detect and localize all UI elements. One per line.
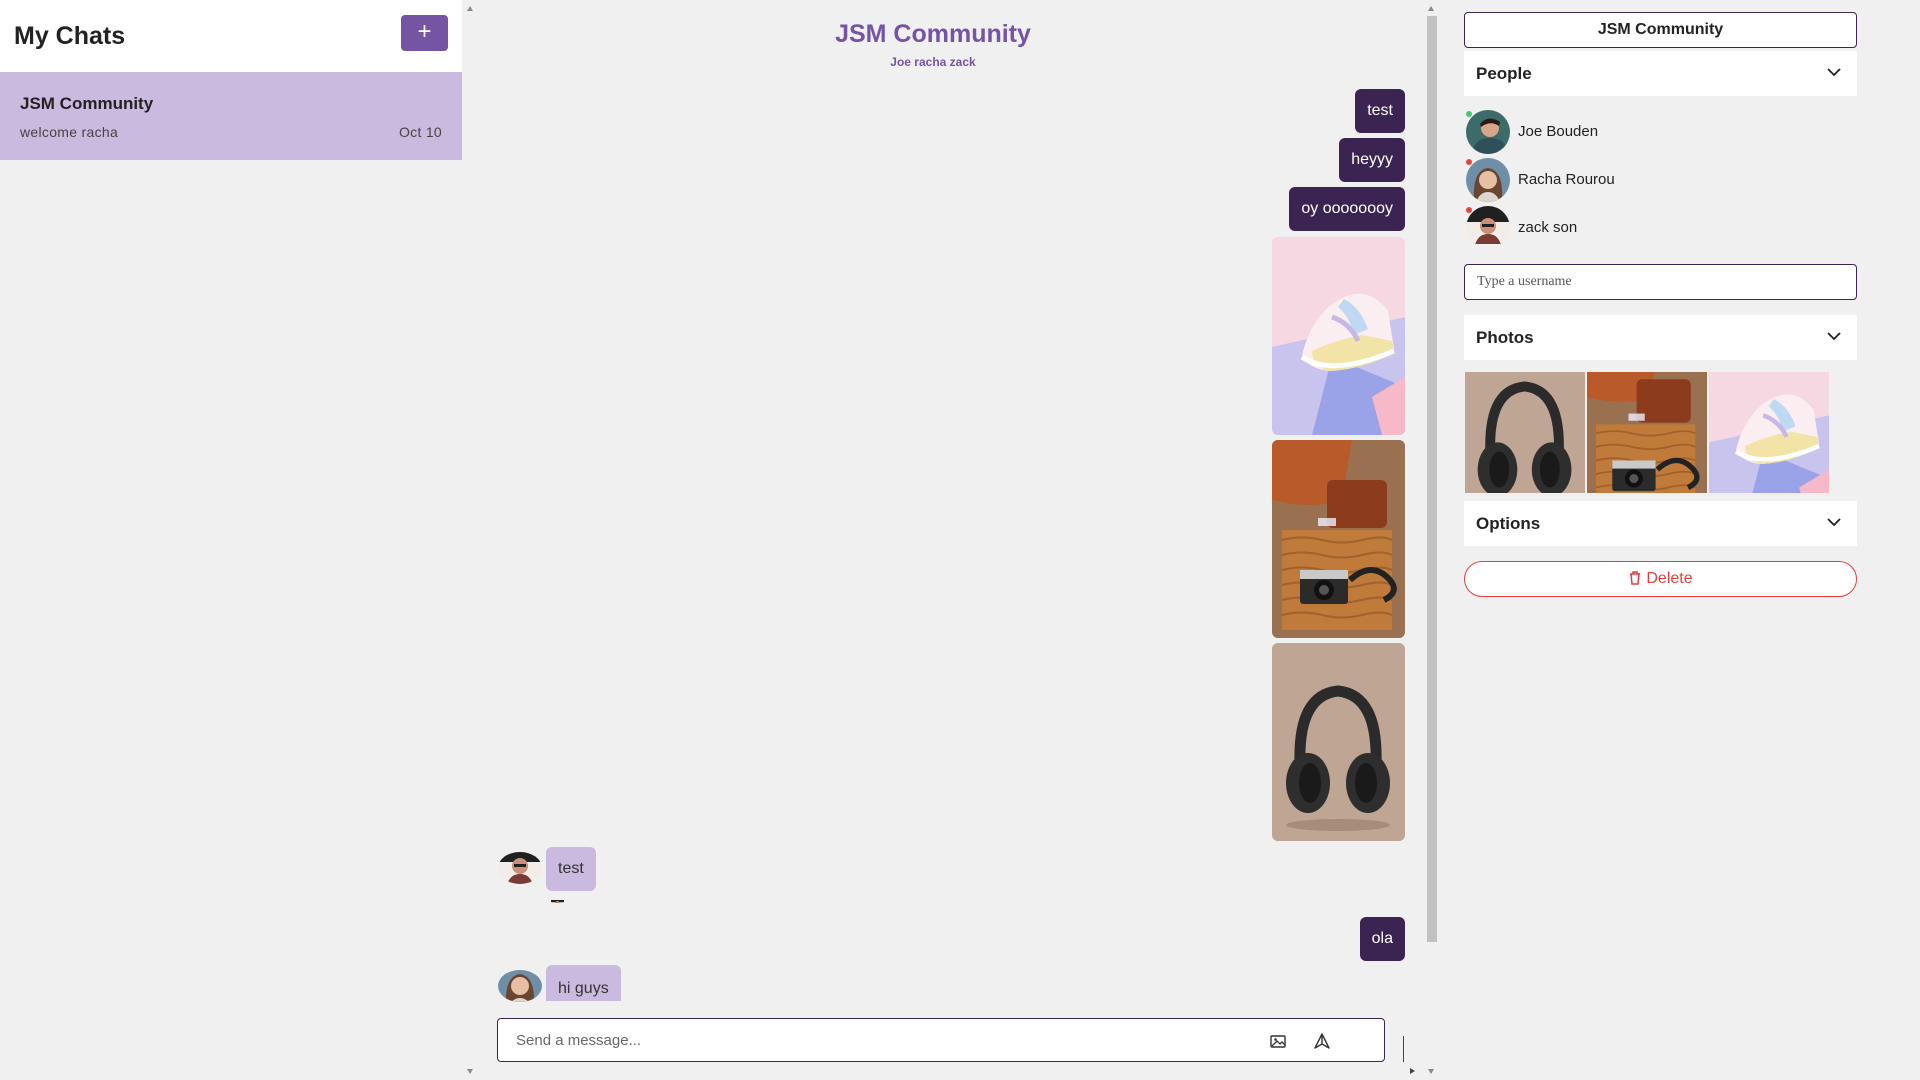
text-caret — [1403, 1036, 1404, 1062]
username-input[interactable] — [1464, 264, 1857, 300]
chat-members-subtitle: Joe racha zack — [890, 55, 976, 69]
resize-arrow-icon — [1410, 1068, 1415, 1074]
chevron-down-icon — [1827, 332, 1841, 341]
people-section-label: People — [1476, 64, 1532, 83]
my-message: heyyy — [1339, 138, 1405, 182]
zack-avatar — [498, 852, 542, 884]
chat-list-title: My Chats — [14, 22, 126, 50]
chat-feed-scrollbar[interactable] — [1423, 0, 1440, 1080]
options-section-label: Options — [1476, 514, 1541, 533]
zack-avatar — [1466, 206, 1510, 244]
their-message: hi guys — [546, 965, 621, 1001]
chat-card[interactable]: JSM Community welcome racha Oct 10 — [0, 72, 462, 160]
person-row[interactable]: zack son — [1466, 206, 1846, 244]
chat-feed: JSM Community Joe racha zack test heyyy … — [479, 0, 1440, 1080]
new-chat-button[interactable]: + — [401, 15, 448, 51]
message-input[interactable] — [516, 1019, 1216, 1061]
person-name: Joe Bouden — [1518, 123, 1599, 140]
photos-section-toggle[interactable]: Photos — [1464, 315, 1857, 360]
my-image-message-camera[interactable] — [1272, 440, 1405, 638]
chat-card-date: Oct 10 — [398, 124, 442, 140]
joe-avatar — [1466, 110, 1510, 154]
racha-avatar — [1466, 158, 1510, 202]
chat-app: My Chats + JSM Community welcome racha O… — [0, 0, 1920, 1080]
person-name: Racha Rourou — [1518, 171, 1615, 188]
message-composer — [497, 1018, 1385, 1062]
read-receipt-avatar — [551, 895, 564, 903]
person-row[interactable]: Racha Rourou — [1466, 158, 1846, 202]
my-message: test — [1355, 89, 1405, 133]
my-message: ola — [1359, 917, 1405, 961]
chat-title: JSM Community — [835, 20, 1031, 48]
person-name: zack son — [1518, 219, 1578, 236]
image-icon[interactable] — [1268, 1031, 1288, 1051]
photos-section-label: Photos — [1476, 328, 1534, 347]
send-icon[interactable] — [1312, 1031, 1332, 1051]
chat-name-field[interactable]: JSM Community — [1464, 12, 1857, 48]
trash-icon — [1630, 571, 1641, 585]
options-section-toggle[interactable]: Options — [1464, 501, 1857, 546]
chat-settings-panel: JSM Community People Joe Bouden Racha Ro… — [1440, 0, 1920, 1080]
my-image-message-headphones[interactable] — [1272, 643, 1405, 841]
chevron-down-icon — [1827, 518, 1841, 527]
people-section-toggle[interactable]: People — [1464, 51, 1857, 96]
their-message: test — [546, 847, 596, 891]
chat-list-header: My Chats + — [0, 0, 462, 72]
chevron-down-icon — [1827, 68, 1841, 77]
scrollbar-thumb[interactable] — [1427, 16, 1437, 942]
scroll-up-arrow-icon[interactable] — [467, 6, 473, 11]
status-dot-icon — [1466, 207, 1472, 213]
my-image-message-sneaker[interactable] — [1272, 237, 1405, 435]
delete-chat-button[interactable]: Delete — [1464, 561, 1857, 597]
delete-label: Delete — [1646, 570, 1693, 587]
scroll-up-arrow-icon[interactable] — [1428, 6, 1434, 11]
scroll-down-arrow-icon[interactable] — [1428, 1069, 1434, 1074]
chat-list-scrollbar[interactable] — [462, 0, 479, 1080]
photo-thumbnail-sneaker[interactable] — [1709, 372, 1829, 493]
status-dot-icon — [1466, 111, 1472, 117]
photo-thumbnail-camera[interactable] — [1587, 372, 1707, 493]
racha-avatar — [498, 970, 542, 1002]
chat-list-panel: My Chats + JSM Community welcome racha O… — [0, 0, 479, 1080]
my-message: oy oooooooy — [1289, 187, 1405, 231]
status-dot-icon — [1466, 159, 1472, 165]
scroll-down-arrow-icon[interactable] — [467, 1069, 473, 1074]
photo-thumbnail-headphones[interactable] — [1465, 372, 1585, 493]
person-row[interactable]: Joe Bouden — [1466, 110, 1846, 154]
chat-card-title: JSM Community — [20, 94, 154, 113]
chat-card-preview: welcome racha — [20, 124, 119, 140]
